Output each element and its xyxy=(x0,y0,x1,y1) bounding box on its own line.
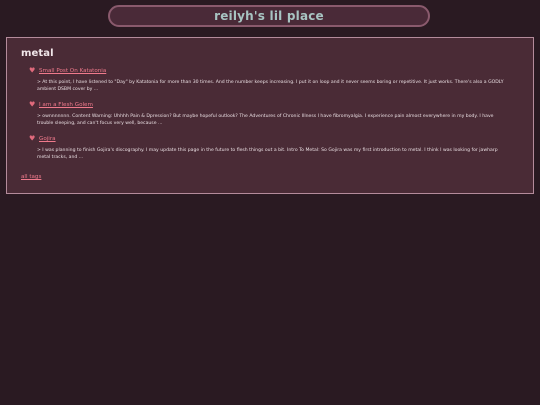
post-excerpt: > I was planning to finish Gojira's disc… xyxy=(37,148,498,160)
header-area: reilyh's lil place xyxy=(0,0,540,32)
post-link[interactable]: I am a Flesh Golem xyxy=(39,102,93,108)
post-excerpt: > At this point, I have listened to "Day… xyxy=(37,80,504,92)
content-panel: metal ♥ Small Post On Katatonia > At thi… xyxy=(6,37,534,194)
site-title[interactable]: reilyh's lil place xyxy=(214,9,324,23)
heart-icon: ♥ xyxy=(29,66,36,74)
post-list: ♥ Small Post On Katatonia > At this poin… xyxy=(21,66,521,161)
post-link[interactable]: Gojira xyxy=(39,136,56,142)
site-header[interactable]: reilyh's lil place xyxy=(108,5,430,27)
list-item: ♥ Gojira > I was planning to finish Goji… xyxy=(29,134,521,161)
list-item: ♥ Small Post On Katatonia > At this poin… xyxy=(29,66,521,93)
post-row: ♥ Gojira xyxy=(29,134,521,144)
panel-inner: metal ♥ Small Post On Katatonia > At thi… xyxy=(21,48,521,168)
heart-icon: ♥ xyxy=(29,100,36,108)
post-excerpt: > ownnnnnnn. Content Warning: Uhhhh Pain… xyxy=(37,114,494,126)
post-link[interactable]: Small Post On Katatonia xyxy=(39,68,106,74)
all-tags-link[interactable]: all tags xyxy=(21,174,41,180)
post-row: ♥ Small Post On Katatonia xyxy=(29,66,521,76)
heart-icon: ♥ xyxy=(29,134,36,142)
list-item: ♥ I am a Flesh Golem > ownnnnnnn. Conten… xyxy=(29,100,521,127)
post-row: ♥ I am a Flesh Golem xyxy=(29,100,521,110)
page-title: metal xyxy=(21,48,54,59)
